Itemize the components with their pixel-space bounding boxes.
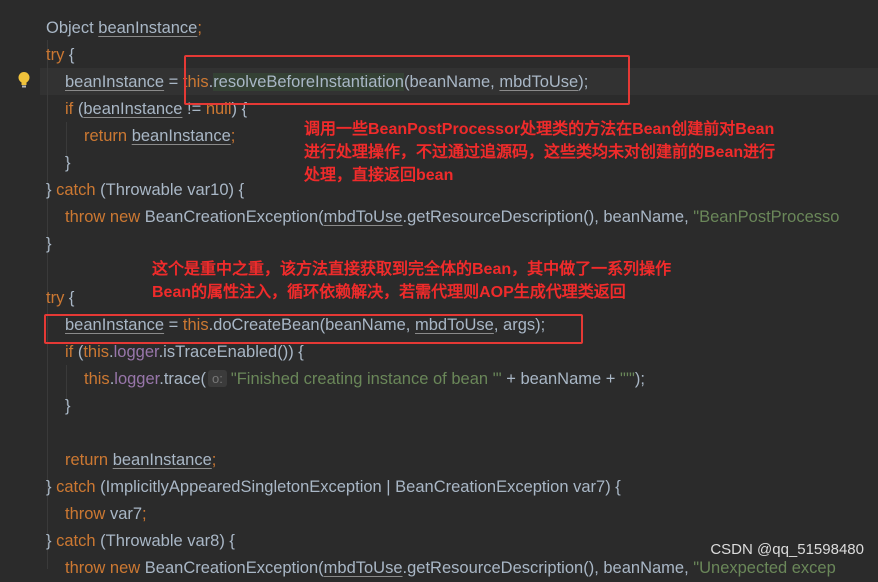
code-token: ; <box>230 127 236 145</box>
code-token: mbdToUse <box>323 208 403 226</box>
code-token: BeanCreationException( <box>144 208 324 226</box>
code-line[interactable]: } <box>65 150 71 177</box>
code-token: { <box>68 289 75 307</box>
code-token: if <box>65 343 78 361</box>
code-line[interactable]: try { <box>46 285 74 312</box>
code-token: beanInstance <box>83 100 183 118</box>
code-line[interactable]: this.logger.trace(o: "Finished creating i… <box>84 366 645 393</box>
annotation-note-docreate: 这个是重中之重，该方法直接获取到完全体的Bean，其中做了一系列操作 Bean的… <box>152 261 672 301</box>
code-line[interactable]: return beanInstance; <box>84 123 235 150</box>
code-line[interactable]: throw var7; <box>65 501 147 528</box>
code-token: ; <box>142 505 147 523</box>
code-token: try <box>46 46 69 64</box>
code-token: var7 <box>109 505 143 523</box>
code-token: } <box>65 397 71 415</box>
watermark: CSDN @qq_51598480 <box>710 541 864 558</box>
code-token: try <box>46 289 69 307</box>
code-token: "Finished creating instance of bean '" <box>230 370 502 388</box>
code-line[interactable]: } <box>46 231 52 258</box>
code-token: } <box>46 532 57 550</box>
code-token: "Unexpected excep <box>693 559 836 577</box>
code-token: .trace( <box>159 370 207 388</box>
code-token: (ImplicitlyAppearedSingletonException | … <box>100 478 621 496</box>
parameter-hint: o: <box>208 370 227 387</box>
code-line[interactable]: try { <box>46 42 74 69</box>
code-token: throw new <box>65 208 145 226</box>
code-token: .getResourceDescription(), beanName, <box>402 208 694 226</box>
code-token: beanInstance <box>65 73 165 91</box>
code-token: Object <box>46 19 99 37</box>
code-token: this <box>83 343 110 361</box>
code-token: if <box>65 100 78 118</box>
code-line[interactable]: } catch (Throwable var10) { <box>46 177 244 204</box>
code-token: .getResourceDescription(), beanName, <box>402 559 694 577</box>
code-token: catch <box>56 532 101 550</box>
code-token: ); <box>634 370 645 388</box>
code-token: throw <box>65 505 110 523</box>
code-line[interactable]: } catch (Throwable var8) { <box>46 528 235 555</box>
code-token: throw new <box>65 559 145 577</box>
code-token: + beanName + <box>501 370 620 388</box>
code-token: catch <box>56 478 101 496</box>
annotation-note-resolve: 调用一些BeanPostProcessor处理类的方法在Bean创建前对Bean… <box>304 121 776 184</box>
code-token: = <box>164 73 183 91</box>
code-token: beanInstance <box>112 451 212 469</box>
code-token: beanInstance <box>98 19 198 37</box>
code-line[interactable]: return beanInstance; <box>65 447 216 474</box>
code-token: catch <box>56 181 101 199</box>
code-token: (Throwable var10) { <box>100 181 245 199</box>
highlight-box-docreate <box>44 314 583 344</box>
code-token: mbdToUse <box>323 559 403 577</box>
code-token: } <box>46 181 57 199</box>
code-token: return <box>84 127 132 145</box>
code-token: "BeanPostProcesso <box>693 208 840 226</box>
code-token: this <box>84 370 110 388</box>
lightbulb-icon[interactable] <box>17 71 31 89</box>
code-token: return <box>65 451 113 469</box>
code-token: beanInstance <box>131 127 231 145</box>
code-token: .isTraceEnabled()) { <box>158 343 304 361</box>
code-token: } <box>65 154 71 172</box>
code-token: } <box>46 478 57 496</box>
code-token: logger <box>113 343 159 361</box>
code-line[interactable]: Object beanInstance; <box>46 15 202 42</box>
code-line[interactable]: } catch (ImplicitlyAppearedSingletonExce… <box>46 474 621 501</box>
code-token: BeanCreationException( <box>144 559 324 577</box>
code-token: } <box>46 235 52 253</box>
code-token: { <box>68 46 75 64</box>
code-token: ; <box>197 19 202 37</box>
code-line[interactable]: throw new BeanCreationException(mbdToUse… <box>65 204 839 231</box>
code-token: (Throwable var8) { <box>100 532 235 550</box>
code-token: logger <box>114 370 160 388</box>
code-line[interactable]: } <box>65 393 71 420</box>
code-token: "'" <box>619 370 635 388</box>
highlight-box-resolve <box>184 55 630 105</box>
code-token: ; <box>211 451 217 469</box>
